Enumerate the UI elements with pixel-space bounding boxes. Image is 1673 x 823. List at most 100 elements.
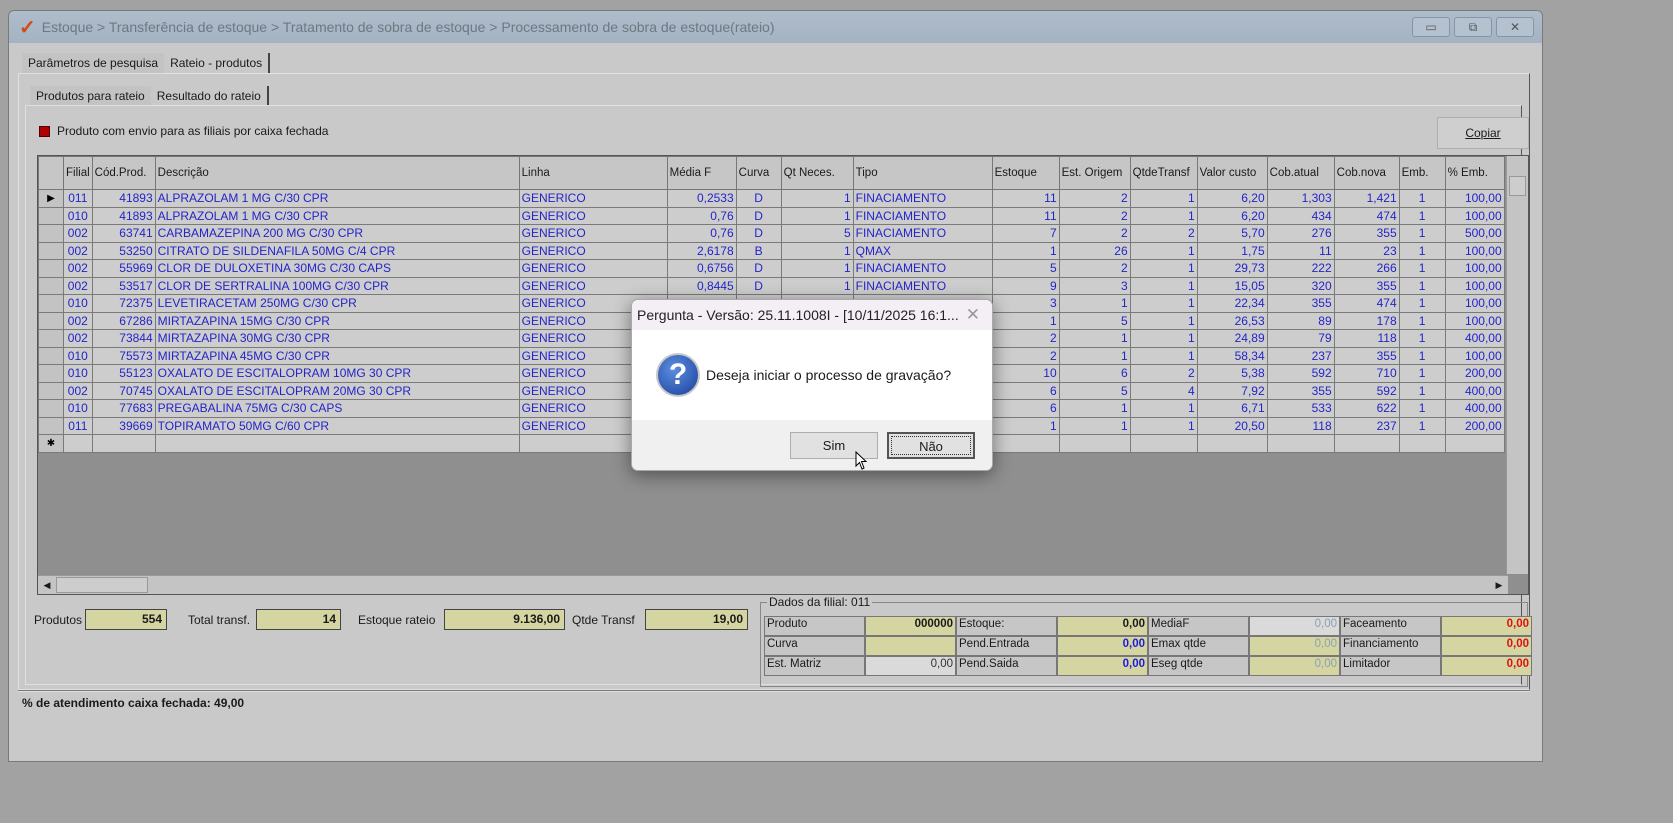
table-cell[interactable]: 1 xyxy=(1129,346,1198,365)
horizontal-scrollbar[interactable]: ◀ ▶ xyxy=(38,575,1508,594)
scroll-thumb[interactable] xyxy=(56,577,148,593)
column-header[interactable]: Filial xyxy=(63,156,93,190)
table-cell[interactable]: GENERICO xyxy=(518,206,668,225)
new-row-icon[interactable]: ✱ xyxy=(38,434,64,453)
table-cell[interactable]: 2 xyxy=(991,346,1060,365)
table-cell[interactable]: 1 xyxy=(1129,189,1198,208)
table-cell[interactable]: 010 xyxy=(63,399,93,418)
table-row[interactable]: 002 53517 CLOR DE SERTRALINA 100MG C/30 CP… xyxy=(38,276,1505,295)
row-header[interactable] xyxy=(38,346,64,365)
table-cell[interactable]: 100,00 xyxy=(1444,206,1505,225)
table-cell[interactable]: 5,70 xyxy=(1196,224,1268,243)
table-cell[interactable]: 7,92 xyxy=(1196,381,1268,400)
table-cell[interactable]: 0,8445 xyxy=(666,276,737,295)
row-header[interactable] xyxy=(38,224,64,243)
table-cell[interactable]: 11 xyxy=(991,206,1060,225)
dialog-close-icon[interactable]: ✕ xyxy=(966,305,980,325)
scroll-thumb[interactable] xyxy=(1509,176,1526,196)
table-cell[interactable]: 002 xyxy=(63,329,93,348)
table-cell[interactable]: 70745 xyxy=(91,381,156,400)
table-cell[interactable]: 1 xyxy=(1129,206,1198,225)
table-cell[interactable]: 1 xyxy=(1398,311,1446,330)
table-cell[interactable]: D xyxy=(735,206,782,225)
table-cell[interactable]: PREGABALINA 75MG C/30 CAPS xyxy=(154,399,520,418)
row-header[interactable] xyxy=(38,416,64,435)
scroll-right-icon[interactable]: ▶ xyxy=(1491,577,1507,593)
table-cell[interactable]: 1 xyxy=(1398,224,1446,243)
table-cell[interactable]: 1 xyxy=(1398,241,1446,260)
column-header[interactable]: Descrição xyxy=(154,156,520,190)
column-header[interactable]: Curva xyxy=(735,156,782,190)
table-cell[interactable]: 53250 xyxy=(91,241,156,260)
table-cell[interactable]: 400,00 xyxy=(1444,329,1505,348)
table-cell[interactable]: 1 xyxy=(1398,346,1446,365)
table-cell[interactable]: 355 xyxy=(1266,294,1335,313)
table-cell[interactable]: 2,6178 xyxy=(666,241,737,260)
table-cell[interactable] xyxy=(1398,434,1446,453)
table-cell[interactable]: 1 xyxy=(1129,416,1198,435)
table-cell[interactable]: 1 xyxy=(1058,399,1131,418)
table-cell[interactable]: 100,00 xyxy=(1444,346,1505,365)
table-cell[interactable] xyxy=(63,434,93,453)
table-cell[interactable]: CITRATO DE SILDENAFILA 50MG C/4 CPR xyxy=(154,241,520,260)
table-cell[interactable]: 320 xyxy=(1266,276,1335,295)
table-cell[interactable] xyxy=(1266,434,1335,453)
current-row-indicator-icon[interactable]: ▶ xyxy=(38,189,64,208)
table-cell[interactable]: 474 xyxy=(1333,294,1400,313)
table-cell[interactable]: ALPRAZOLAM 1 MG C/30 CPR xyxy=(154,206,520,225)
table-cell[interactable]: GENERICO xyxy=(518,276,668,295)
table-cell[interactable] xyxy=(1058,434,1131,453)
table-cell[interactable] xyxy=(1129,434,1198,453)
table-cell[interactable]: 118 xyxy=(1266,416,1335,435)
table-cell[interactable]: 6,20 xyxy=(1196,189,1268,208)
table-cell[interactable]: 9 xyxy=(991,276,1060,295)
table-cell[interactable]: 178 xyxy=(1333,311,1400,330)
table-cell[interactable]: D xyxy=(735,224,782,243)
table-cell[interactable]: FINACIAMENTO xyxy=(852,276,993,295)
table-cell[interactable] xyxy=(154,434,520,453)
column-header[interactable]: Est. Origem xyxy=(1058,156,1131,190)
table-cell[interactable]: 1 xyxy=(1129,294,1198,313)
scroll-left-icon[interactable]: ◀ xyxy=(39,577,55,593)
table-cell[interactable]: 55123 xyxy=(91,364,156,383)
table-cell[interactable]: 2 xyxy=(1129,364,1198,383)
table-cell[interactable]: 002 xyxy=(63,259,93,278)
table-cell[interactable]: 1 xyxy=(1398,189,1446,208)
table-cell[interactable]: 2 xyxy=(1058,224,1131,243)
table-cell[interactable]: 276 xyxy=(1266,224,1335,243)
table-cell[interactable]: 434 xyxy=(1266,206,1335,225)
table-cell[interactable]: 6,20 xyxy=(1196,206,1268,225)
table-cell[interactable]: GENERICO xyxy=(518,241,668,260)
table-cell[interactable] xyxy=(91,434,156,453)
table-cell[interactable]: 1 xyxy=(1398,364,1446,383)
table-cell[interactable]: 100,00 xyxy=(1444,189,1505,208)
table-cell[interactable]: 1 xyxy=(780,189,854,208)
table-cell[interactable]: FINACIAMENTO xyxy=(852,224,993,243)
table-cell[interactable]: FINACIAMENTO xyxy=(852,259,993,278)
table-cell[interactable]: 41893 xyxy=(91,206,156,225)
row-header[interactable] xyxy=(38,399,64,418)
row-header[interactable] xyxy=(38,294,64,313)
table-cell[interactable]: 200,00 xyxy=(1444,416,1505,435)
column-header[interactable]: Qt Neces. xyxy=(780,156,854,190)
table-cell[interactable]: 1 xyxy=(1129,241,1198,260)
table-cell[interactable]: 1 xyxy=(1058,329,1131,348)
table-cell[interactable]: 39669 xyxy=(91,416,156,435)
table-cell[interactable]: D xyxy=(735,189,782,208)
column-header[interactable]: Valor custo xyxy=(1196,156,1268,190)
table-cell[interactable]: 2 xyxy=(991,329,1060,348)
table-row[interactable]: ▶ 011 41893 ALPRAZOLAM 1 MG C/30 CPR GENERIC… xyxy=(38,189,1505,208)
table-cell[interactable]: 100,00 xyxy=(1444,294,1505,313)
table-cell[interactable]: 75573 xyxy=(91,346,156,365)
table-cell[interactable]: 6 xyxy=(991,381,1060,400)
table-cell[interactable]: 1,303 xyxy=(1266,189,1335,208)
table-cell[interactable]: TOPIRAMATO 50MG C/60 CPR xyxy=(154,416,520,435)
table-cell[interactable]: 11 xyxy=(1266,241,1335,260)
table-cell[interactable]: 100,00 xyxy=(1444,276,1505,295)
column-header[interactable]: Tipo xyxy=(852,156,993,190)
table-cell[interactable]: 1 xyxy=(780,259,854,278)
table-cell[interactable]: 002 xyxy=(63,381,93,400)
column-header[interactable]: QtdeTransf xyxy=(1129,156,1198,190)
table-cell[interactable]: 1 xyxy=(991,311,1060,330)
table-cell[interactable]: 1 xyxy=(780,206,854,225)
